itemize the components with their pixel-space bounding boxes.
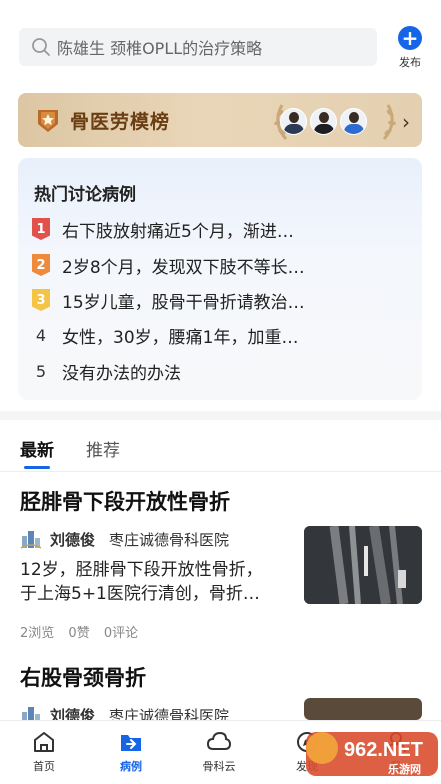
avatar bbox=[280, 108, 307, 135]
publish-label: 发布 bbox=[399, 56, 421, 69]
article-title: 胫腓骨下段开放性骨折 bbox=[20, 490, 230, 514]
publish-button[interactable]: + 发布 bbox=[392, 26, 428, 70]
rank-badge: 1 bbox=[32, 218, 50, 240]
top-bar: 陈雄生 颈椎OPLL的治疗策略 + 发布 bbox=[0, 0, 441, 82]
plus-icon: + bbox=[398, 26, 422, 50]
avatar bbox=[340, 108, 367, 135]
rank-number: 4 bbox=[35, 325, 47, 345]
hot-case-item[interactable]: 2 2岁8个月，发现双下肢不等长… bbox=[32, 250, 416, 280]
hot-case-item[interactable]: 4 女性，30岁，腰痛1年，加重… bbox=[32, 320, 416, 350]
folder-icon bbox=[121, 735, 141, 751]
rank-badge: 3 bbox=[32, 289, 50, 311]
like-count: 0赞 bbox=[68, 626, 90, 641]
cloud-icon bbox=[206, 731, 232, 750]
hot-cases-card: 热门讨论病例 1 右下肢放射痛近5个月，渐进… 2 2岁8个月，发现双下肢不等长… bbox=[18, 158, 422, 400]
feed-tabs: 最新 推荐 bbox=[0, 420, 441, 472]
article-excerpt: 12岁，胫腓骨下段开放性骨折， 于上海5+1医院行清创，骨折… bbox=[20, 560, 263, 604]
section-divider bbox=[0, 411, 441, 420]
xray-thumbnail bbox=[304, 526, 422, 604]
hot-case-text: 15岁儿童，股骨干骨折请教治… bbox=[62, 292, 305, 313]
article-card[interactable]: 胫腓骨下段开放性骨折 刘德俊 枣庄诚德骨科医院 12岁，胫腓骨下段开放性骨折， … bbox=[0, 486, 441, 646]
article-author: 刘德俊 枣庄诚德骨科医院 bbox=[20, 528, 229, 550]
view-count: 2浏览 bbox=[20, 626, 55, 641]
comment-count: 0评论 bbox=[103, 626, 139, 641]
nav-cloud[interactable]: 骨科云 bbox=[189, 729, 249, 774]
hot-case-item[interactable]: 1 右下肢放射痛近5个月，渐进… bbox=[32, 214, 416, 244]
svg-text:乐游网: 乐游网 bbox=[388, 762, 421, 776]
hot-case-text: 2岁8个月，发现双下肢不等长… bbox=[62, 257, 305, 278]
hospital-name: 枣庄诚德骨科医院 bbox=[109, 530, 230, 549]
article-stats: 2浏览 0赞 0评论 bbox=[20, 622, 148, 641]
site-watermark: 962.NET 乐游网 bbox=[306, 732, 438, 776]
nav-home[interactable]: 首页 bbox=[14, 729, 74, 774]
hot-case-text: 右下肢放射痛近5个月，渐进… bbox=[62, 221, 294, 242]
hot-cases-title: 热门讨论病例 bbox=[34, 185, 136, 205]
svg-text:962.NET: 962.NET bbox=[344, 739, 423, 761]
hot-case-item[interactable]: 3 15岁儿童，股骨干骨折请教治… bbox=[32, 285, 416, 315]
article-title: 右股骨颈骨折 bbox=[20, 666, 146, 690]
tab-recommend[interactable]: 推荐 bbox=[86, 436, 120, 461]
hot-case-item[interactable]: 5 没有办法的办法 bbox=[32, 356, 416, 386]
rank-badge: 2 bbox=[32, 254, 50, 276]
hot-case-text: 女性，30岁，腰痛1年，加重… bbox=[62, 327, 299, 348]
tab-indicator bbox=[24, 466, 50, 469]
author-name: 刘德俊 bbox=[50, 530, 96, 549]
model-worker-banner[interactable]: 骨医劳模榜 › bbox=[18, 93, 422, 147]
hot-case-text: 没有办法的办法 bbox=[62, 363, 181, 384]
chevron-right-icon: › bbox=[402, 110, 410, 134]
search-placeholder: 陈雄生 颈椎OPLL的治疗策略 bbox=[57, 39, 263, 58]
medal-badge-icon bbox=[38, 110, 58, 132]
avatar bbox=[310, 108, 337, 135]
home-icon bbox=[34, 732, 54, 752]
hospital-logo-icon bbox=[20, 531, 42, 549]
nav-cases[interactable]: 病例 bbox=[101, 729, 161, 774]
banner-title: 骨医劳模榜 bbox=[70, 111, 171, 133]
search-icon bbox=[32, 38, 50, 56]
rank-number: 5 bbox=[35, 361, 47, 381]
case-thumbnail bbox=[304, 698, 422, 720]
article-card[interactable]: 右股骨颈骨折 刘德俊 枣庄诚德骨科医院 bbox=[0, 662, 441, 725]
search-bar[interactable]: 陈雄生 颈椎OPLL的治疗策略 bbox=[19, 28, 377, 66]
tab-latest[interactable]: 最新 bbox=[20, 436, 54, 461]
